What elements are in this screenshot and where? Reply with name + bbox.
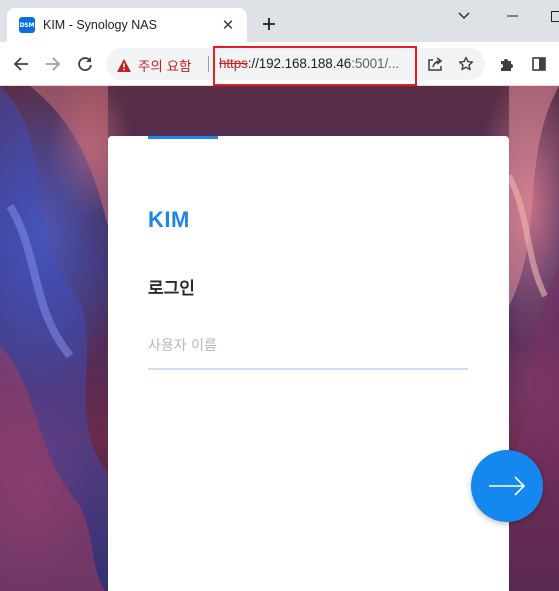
- arrow-right-icon: [489, 476, 526, 496]
- maximize-icon: [550, 10, 559, 22]
- next-button[interactable]: [471, 450, 543, 522]
- extensions-button[interactable]: [495, 52, 519, 76]
- reload-button[interactable]: [73, 52, 97, 76]
- plus-icon: [263, 18, 275, 30]
- card-accent-bar: [148, 136, 218, 139]
- tab-close-button[interactable]: ✕: [219, 16, 237, 34]
- side-panel-button[interactable]: [527, 52, 551, 76]
- security-warning-label: 주의 요함: [138, 59, 192, 74]
- server-name: KIM: [148, 207, 190, 232]
- minimize-button[interactable]: [500, 6, 524, 26]
- page-background: KIM 로그인: [0, 86, 559, 591]
- warning-triangle-icon: [117, 58, 131, 72]
- tab-title: KIM - Synology NAS: [43, 18, 157, 32]
- maximize-button[interactable]: [544, 6, 559, 26]
- bookmark-button[interactable]: [454, 52, 478, 76]
- tab-search-button[interactable]: [452, 6, 476, 26]
- star-icon: [458, 56, 474, 71]
- share-icon: [428, 57, 443, 71]
- arrow-left-icon: [13, 57, 28, 71]
- url-highlight-box: [213, 46, 417, 86]
- site-info-button[interactable]: 주의 요함: [116, 55, 191, 75]
- new-tab-button[interactable]: [258, 13, 280, 35]
- tab-strip: DSM KIM - Synology NAS ✕: [0, 0, 559, 42]
- chevron-down-icon: [458, 12, 470, 19]
- reload-icon: [78, 57, 92, 71]
- puzzle-icon: [501, 59, 513, 71]
- address-separator: [208, 56, 209, 72]
- back-button[interactable]: [9, 52, 33, 76]
- browser-tab[interactable]: DSM KIM - Synology NAS ✕: [7, 8, 247, 42]
- side-panel-icon: [532, 57, 546, 71]
- forward-button[interactable]: [41, 52, 65, 76]
- username-input[interactable]: [148, 330, 468, 370]
- login-card: KIM 로그인: [108, 136, 509, 591]
- login-heading: 로그인: [148, 279, 195, 299]
- arrow-right-icon: [46, 57, 61, 71]
- dsm-favicon-icon: DSM: [19, 17, 35, 33]
- share-button[interactable]: [423, 52, 447, 76]
- minimize-icon: [506, 15, 518, 17]
